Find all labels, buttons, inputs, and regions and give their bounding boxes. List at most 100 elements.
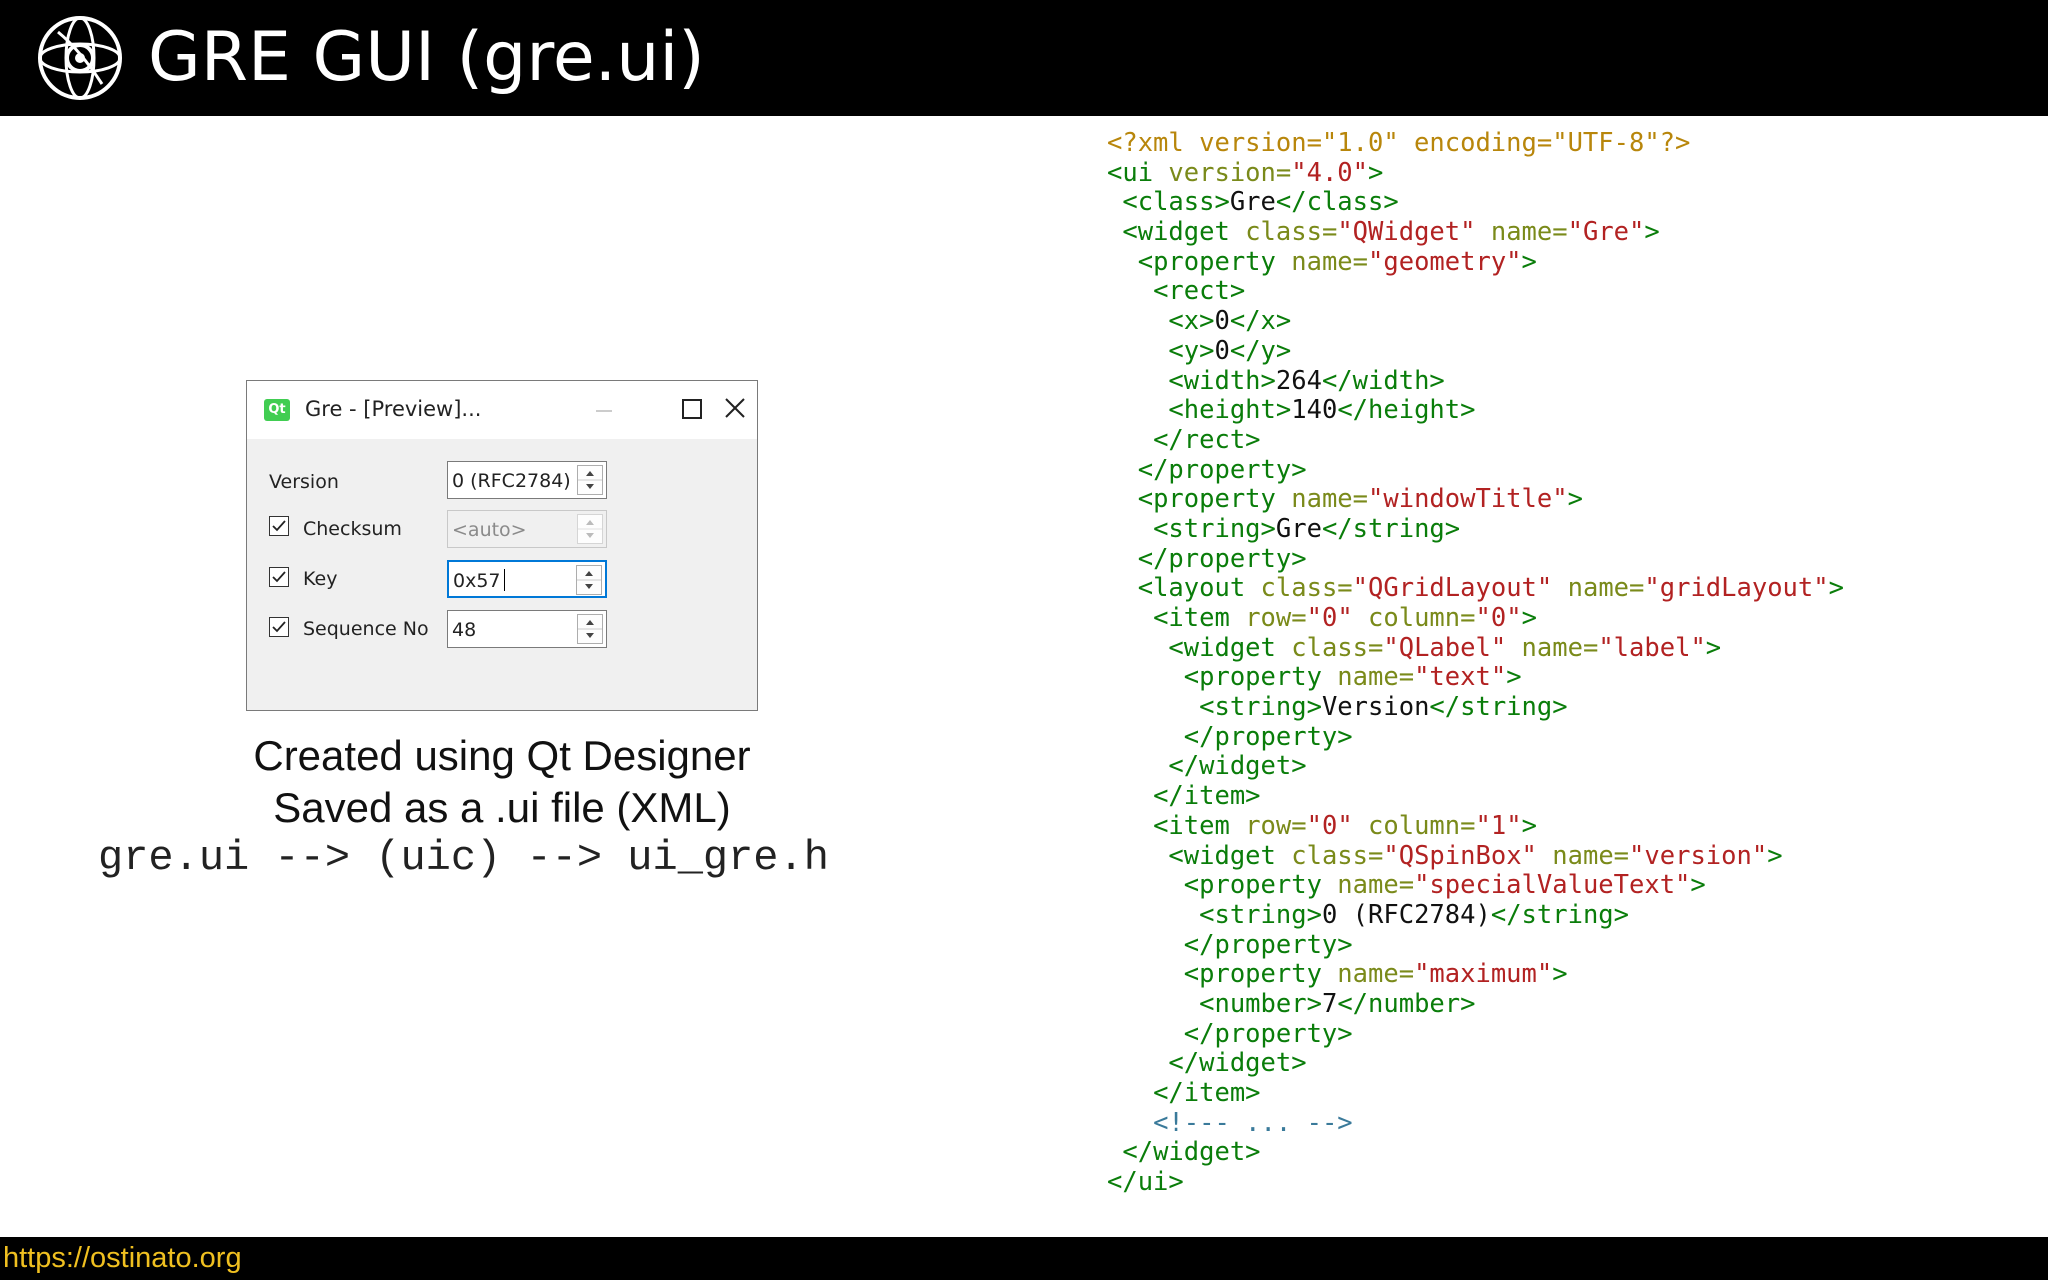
code-token: "QWidget"	[1337, 217, 1476, 248]
code-token: name=	[1475, 217, 1568, 248]
checksum-spinbox[interactable]: <auto>	[447, 510, 607, 548]
code-token: 0	[1214, 335, 1230, 366]
caption-designer: Created using Qt Designer	[253, 732, 751, 779]
code-token: "Gre"	[1567, 217, 1645, 248]
code-token: "QSpinBox"	[1383, 840, 1537, 871]
preview-window: Qt Gre - [Preview]... Version 0 (RFC2784…	[246, 380, 758, 711]
slide-header: GRE GUI (gre.ui)	[0, 0, 2048, 116]
website-link[interactable]: https://ostinato.org	[3, 1242, 242, 1275]
code-token: <property	[1183, 662, 1338, 693]
key-value: 0x57	[453, 570, 501, 592]
code-token: name=	[1337, 959, 1415, 990]
code-token: row=	[1245, 810, 1307, 841]
maximize-button[interactable]	[672, 391, 712, 427]
uic-command: gre.ui --> (uic) --> ui_gre.h	[98, 834, 829, 882]
code-token: name=	[1337, 870, 1415, 901]
code-line: <property name="windowTitle">	[1107, 484, 1844, 515]
key-checkbox[interactable]	[269, 567, 289, 587]
code-token: column=	[1352, 810, 1476, 841]
code-line: <string>0 (RFC2784)</string>	[1107, 899, 1844, 931]
code-token: <item	[1153, 810, 1246, 841]
code-token: <widget	[1168, 840, 1292, 871]
close-button[interactable]	[715, 391, 755, 427]
code-token: <!--- ... -->	[1153, 1107, 1353, 1138]
sequence-no-spinbox[interactable]: 48	[447, 610, 607, 648]
sequence-no-label: Sequence No	[303, 618, 429, 640]
code-token: </ui>	[1107, 1167, 1184, 1198]
code-token: </property>	[1183, 1018, 1353, 1049]
code-token: <item	[1153, 603, 1246, 633]
version-spinbox[interactable]: 0 (RFC2784)	[447, 461, 607, 499]
code-token: </x>	[1229, 306, 1292, 337]
code-line: <item row="0" column="1">	[1107, 810, 1844, 842]
version-value: 0 (RFC2784)	[452, 470, 571, 492]
ostinato-logo-icon	[38, 16, 122, 100]
text-caret	[504, 569, 505, 591]
spin-arrows-icon[interactable]	[576, 565, 602, 595]
code-line: <property name="specialValueText">	[1107, 870, 1844, 901]
code-token: </y>	[1229, 335, 1292, 366]
code-token: "version"	[1629, 840, 1768, 871]
code-token: </item>	[1153, 1078, 1261, 1108]
sequence-no-value: 48	[452, 619, 477, 641]
code-token: "windowTitle"	[1368, 484, 1568, 515]
code-token: "text"	[1414, 662, 1507, 693]
code-line: </property>	[1107, 722, 1844, 753]
code-token: <string>	[1153, 513, 1276, 544]
code-token: <x>	[1168, 306, 1215, 337]
code-token: "4.0"	[1291, 157, 1369, 188]
code-token: </widget>	[1168, 751, 1307, 782]
code-token: >	[1521, 810, 1537, 841]
xml-code-listing: <?xml version="1.0" encoding="UTF-8"?> <u…	[1107, 128, 1844, 1198]
code-token: name=	[1506, 632, 1599, 663]
spin-arrows-icon[interactable]	[577, 465, 603, 495]
code-line: <string>Version</string>	[1107, 692, 1844, 723]
code-token: <property	[1183, 959, 1338, 990]
checksum-checkbox[interactable]	[269, 516, 289, 536]
spin-arrows-icon[interactable]	[577, 614, 603, 644]
code-token: <y>	[1168, 335, 1215, 366]
sequence-no-checkbox[interactable]	[269, 617, 289, 637]
code-token: 264	[1275, 365, 1322, 396]
code-token: >	[1567, 484, 1583, 515]
code-token: 7	[1321, 988, 1338, 1019]
code-token: >	[1521, 246, 1537, 277]
code-token: <property	[1137, 246, 1292, 277]
key-spinbox[interactable]: 0x57	[447, 560, 607, 598]
code-line: <layout class="QGridLayout" name="gridLa…	[1107, 573, 1844, 604]
code-line: <property name="maximum">	[1107, 959, 1844, 990]
code-token: "1"	[1475, 810, 1522, 841]
code-token: <height>	[1168, 395, 1292, 426]
code-token: >	[1644, 217, 1660, 248]
code-line: <x>0</x>	[1107, 306, 1844, 337]
code-token: "0"	[1475, 603, 1522, 633]
code-token: Version	[1321, 692, 1430, 723]
code-token: "0"	[1306, 603, 1353, 633]
code-token: "label"	[1598, 632, 1706, 663]
spin-arrows-icon[interactable]	[577, 514, 603, 544]
code-token: <string>	[1199, 692, 1322, 723]
code-token: name=	[1552, 573, 1645, 604]
minimize-button[interactable]	[584, 391, 624, 427]
code-line: </property>	[1107, 455, 1844, 486]
code-token: 0 (RFC2784)	[1321, 899, 1491, 930]
code-token: </widget>	[1122, 1137, 1261, 1168]
code-line: <widget class="QWidget" name="Gre">	[1107, 217, 1844, 248]
code-line: <y>0</y>	[1107, 335, 1844, 367]
key-label: Key	[303, 568, 338, 590]
code-line: <height>140</height>	[1107, 395, 1844, 426]
